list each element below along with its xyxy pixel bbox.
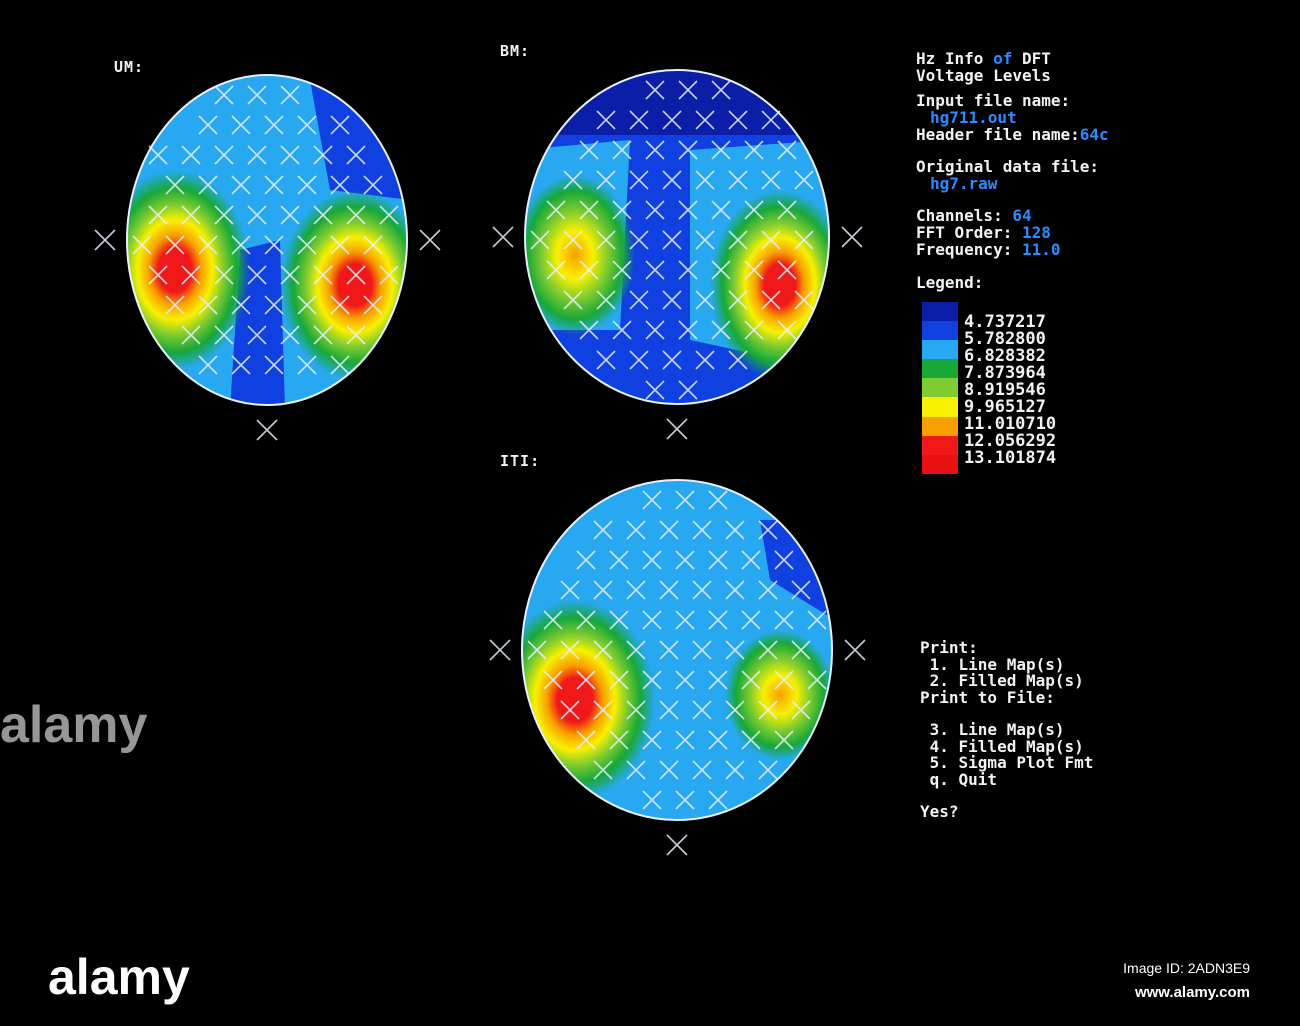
legend-swatch — [922, 302, 958, 322]
electrode-marker — [492, 226, 514, 248]
legend-swatch — [922, 416, 958, 436]
watermark-url: www.alamy.com — [1134, 984, 1250, 1001]
watermark: alamy — [0, 696, 148, 754]
input-file-label: Input file name: — [916, 91, 1071, 110]
legend-value: 13.101874 — [964, 448, 1057, 468]
legend-values: 4.737217 5.782800 6.828382 7.873964 8.919546… — [964, 314, 1056, 467]
info-subtitle: Voltage Levels — [916, 66, 1051, 85]
map-label-bm: BM: — [500, 42, 531, 60]
legend-swatch — [922, 454, 958, 474]
prompt[interactable]: Yes? — [920, 803, 1093, 821]
legend-title: Legend: — [916, 273, 984, 292]
electrode-marker — [489, 639, 511, 661]
frequency-value: 11.0 — [1021, 240, 1061, 259]
legend-swatch — [922, 359, 958, 379]
header-file-label: Header file name: — [916, 125, 1080, 144]
watermark-logo: alamy — [48, 949, 190, 1005]
electrode-marker — [666, 834, 688, 856]
legend-color-bar — [922, 302, 958, 474]
map-label-iti: ITI: — [500, 452, 541, 470]
electrode-marker — [841, 226, 863, 248]
electrode-marker — [94, 229, 116, 251]
legend-swatch — [922, 397, 958, 417]
electrode-marker — [844, 639, 866, 661]
print-menu: Print: 1. Line Map(s) 2. Filled Map(s) P… — [920, 639, 1093, 821]
legend-swatch — [922, 340, 958, 360]
legend-swatch — [922, 378, 958, 398]
header-file-value: 64c — [1079, 125, 1109, 144]
original-file-label: Original data file: — [916, 157, 1100, 176]
info-panel: Hz Info of DFT Voltage Levels Input file… — [916, 50, 1109, 291]
electrode-marker — [256, 419, 278, 441]
map-bm — [525, 70, 829, 404]
original-file-value: hg7.raw — [930, 174, 998, 193]
menu-option-quit[interactable]: q. Quit — [920, 771, 1093, 789]
input-file-value: hg711.out — [930, 108, 1017, 127]
electrode-marker — [666, 418, 688, 440]
frequency-label: Frequency: — [916, 240, 1022, 259]
legend-swatch — [922, 321, 958, 341]
electrode-marker — [419, 229, 441, 251]
map-um — [127, 75, 407, 405]
print-to-file-heading: Print to File: — [920, 687, 1055, 707]
legend-swatch — [922, 435, 958, 455]
map-label-um: UM: — [114, 58, 145, 76]
image-id: Image ID: 2ADN3E9 — [1123, 960, 1250, 976]
